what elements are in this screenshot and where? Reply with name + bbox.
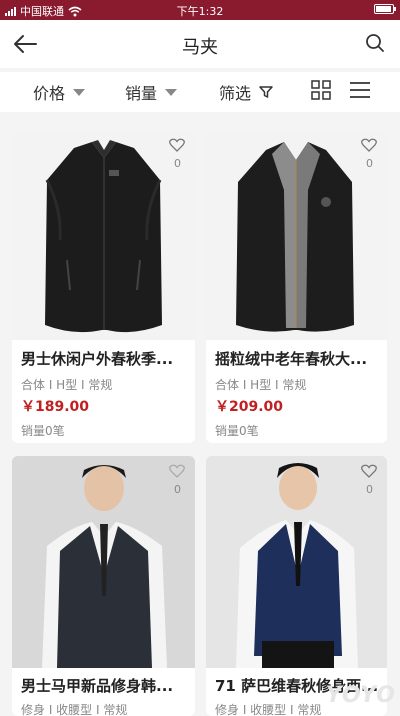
grid-view-icon[interactable] [311,80,331,100]
product-card[interactable]: 0 男士休闲户外春秋季... 合体 I H型 I 常规 ￥189.00 销量0笔 [12,130,195,443]
vest-image-fleece [236,142,354,332]
watermark-logo: YOYO [325,683,396,708]
product-tags: 合体 I H型 I 常规 [215,378,307,392]
filter-funnel-icon [259,86,273,98]
filter-bar: 价格 销量 筛选 [0,72,400,112]
model-photo-vest [12,456,195,668]
product-card[interactable]: 0 71 萨巴维春秋修身西... 修身 I 收腰型 I 常规 [206,456,387,716]
heart-icon[interactable] [169,138,185,152]
product-image [206,130,387,340]
sort-price-button[interactable]: 价格 [33,80,86,104]
product-price: ￥209.00 [215,399,284,415]
product-tags: 合体 I H型 I 常规 [21,378,113,392]
filter-button[interactable]: 筛选 [219,80,273,104]
status-time: 下午1:32 [176,5,224,18]
product-image [12,456,195,668]
like-count: 0 [174,157,181,170]
heart-icon[interactable] [361,464,377,478]
product-card[interactable]: 0 男士马甲新品修身韩... 修身 I 收腰型 I 常规 [12,456,195,716]
product-image [12,130,195,340]
product-image [206,456,387,668]
model-photo-vest-navy [206,456,387,668]
product-card[interactable]: 0 摇粒绒中老年春秋大... 合体 I H型 I 常规 ￥209.00 销量0笔 [206,130,387,443]
heart-icon[interactable] [361,138,377,152]
status-bar: 中国联通 下午1:32 [0,0,400,20]
sort-price-label: 价格 [33,84,66,103]
like-count: 0 [366,483,373,496]
product-sales: 销量0笔 [215,424,259,438]
product-tags: 修身 I 收腰型 I 常规 [215,703,322,716]
product-name: 男士马甲新品修身韩... [21,677,174,695]
product-sales: 销量0笔 [21,424,65,438]
vest-image-black [45,140,162,333]
like-count: 0 [366,157,373,170]
like-count: 0 [174,483,181,496]
filter-label: 筛选 [219,84,252,103]
product-name: 摇粒绒中老年春秋大... [215,350,368,368]
caret-down-icon [165,88,178,96]
heart-icon[interactable] [169,464,185,478]
battery-icon [374,4,396,14]
sort-sales-button[interactable]: 销量 [125,80,178,104]
sort-sales-label: 销量 [125,84,158,103]
header-bar: 马夹 [0,20,400,68]
caret-down-icon [73,88,86,96]
search-icon[interactable] [364,32,386,54]
product-tags: 修身 I 收腰型 I 常规 [21,703,128,716]
page-title: 马夹 [182,37,218,58]
product-name: 男士休闲户外春秋季... [21,350,174,368]
list-view-icon[interactable] [349,81,371,99]
product-price: ￥189.00 [21,399,90,415]
